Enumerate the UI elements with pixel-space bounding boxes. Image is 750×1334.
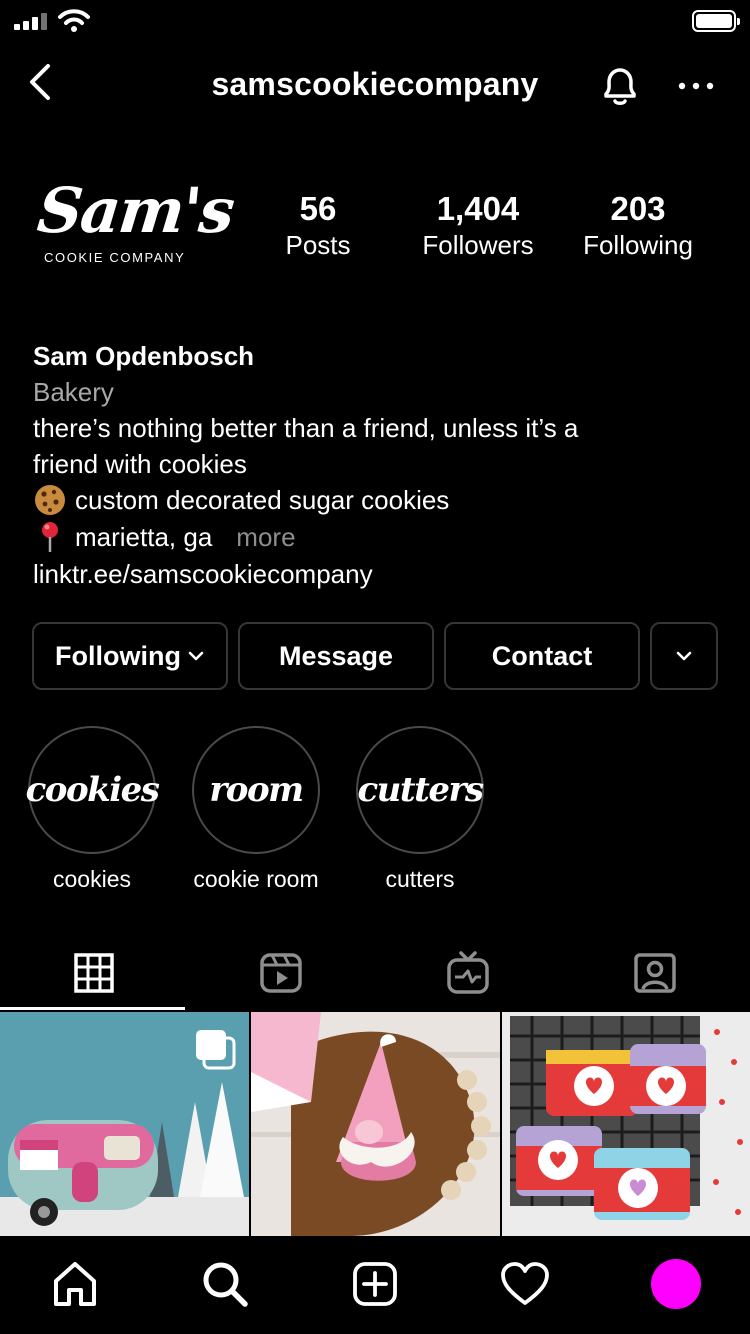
active-tab-indicator <box>0 1007 185 1010</box>
post-thumbnail[interactable] <box>251 1012 500 1236</box>
post-grid <box>0 1012 750 1236</box>
bio-more-link[interactable]: more <box>236 522 295 552</box>
posts-count: 56 <box>299 190 337 227</box>
home-icon <box>54 1262 96 1306</box>
nav-new-post[interactable] <box>349 1258 401 1310</box>
highlight-cover-text: room <box>209 770 304 810</box>
logo-subtitle: COOKIE COMPANY <box>44 250 186 265</box>
following-stat[interactable]: 203 Following <box>558 190 718 262</box>
suggested-accounts-button[interactable] <box>650 622 718 690</box>
chevron-down-icon <box>676 651 692 661</box>
tab-reels[interactable] <box>187 936 374 1010</box>
igtv-icon <box>446 951 489 994</box>
posts-stat[interactable]: 56 Posts <box>238 190 398 262</box>
followers-label: Followers <box>422 230 534 260</box>
highlight-cover-text: cutters <box>357 770 484 810</box>
profile-header: samscookiecompany <box>0 48 750 120</box>
cookie-icon <box>35 485 65 516</box>
grid-icon <box>73 953 114 993</box>
bio-line-location: marietta, ga more <box>33 519 733 556</box>
cellular-signal-icon <box>14 12 50 30</box>
profile-tabs <box>0 936 750 1012</box>
nav-search[interactable] <box>199 1258 251 1310</box>
posts-label: Posts <box>285 230 351 260</box>
following-button[interactable]: Following <box>32 622 228 690</box>
highlight-caption: cookies <box>53 866 131 892</box>
highlight-cookie-room[interactable]: room cookie room <box>192 726 320 893</box>
profile-bio: Sam Opdenbosch Bakery there’s nothing be… <box>33 338 733 592</box>
search-icon <box>203 1262 248 1307</box>
followers-count: 1,404 <box>436 190 520 227</box>
post-thumbnail[interactable] <box>502 1012 750 1236</box>
highlight-caption: cutters <box>385 866 455 892</box>
post-image <box>502 1012 750 1236</box>
highlight-cover: room <box>192 726 320 854</box>
profile-name: Sam Opdenbosch <box>33 341 255 371</box>
following-button-label: Following <box>55 640 181 671</box>
pin-icon <box>42 522 58 553</box>
notification-bell-icon[interactable] <box>596 62 644 110</box>
highlight-cover-text: cookies <box>25 770 160 810</box>
following-label: Following <box>583 230 693 260</box>
bio-website-link[interactable]: linktr.ee/samscookiecompany <box>33 556 733 592</box>
message-button[interactable]: Message <box>238 622 434 690</box>
profile-stats: 56 Posts 1,404 Followers 203 Following <box>238 190 738 270</box>
highlight-cookies[interactable]: cookies cookies <box>25 726 160 893</box>
tab-igtv[interactable] <box>374 936 561 1010</box>
bio-line-text: marietta, ga <box>75 522 213 553</box>
highlight-cover: cookies <box>25 726 160 854</box>
heart-icon <box>501 1262 549 1305</box>
reels-icon <box>259 953 302 993</box>
highlight-caption: cookie room <box>193 866 319 892</box>
profile-category: Bakery <box>33 377 114 407</box>
following-count: 203 <box>610 190 666 227</box>
tab-tagged[interactable] <box>561 936 748 1010</box>
nav-profile[interactable] <box>650 1258 702 1310</box>
post-thumbnail[interactable] <box>0 1012 249 1236</box>
nav-home[interactable] <box>49 1258 101 1310</box>
contact-button-label: Contact <box>491 640 593 671</box>
bio-line: there’s nothing better than a friend, un… <box>33 413 579 443</box>
profile-avatar-icon <box>651 1259 701 1309</box>
add-post-icon <box>353 1262 397 1306</box>
logo-wordmark: Sam's <box>34 174 237 247</box>
bio-line-text: custom decorated sugar cookies <box>75 485 450 515</box>
post-image <box>0 1012 249 1236</box>
chevron-down-icon <box>188 651 204 661</box>
bio-line: friend with cookies <box>33 449 247 479</box>
message-button-label: Message <box>278 640 394 671</box>
nav-activity[interactable] <box>499 1258 551 1310</box>
more-options-icon[interactable] <box>676 66 716 106</box>
status-bar <box>0 0 750 40</box>
followers-stat[interactable]: 1,404 Followers <box>398 190 558 262</box>
bottom-navigation <box>0 1236 750 1334</box>
wifi-icon <box>58 9 90 32</box>
contact-button[interactable]: Contact <box>444 622 640 690</box>
tab-posts-grid[interactable] <box>0 936 187 1010</box>
post-image <box>251 1012 500 1236</box>
tagged-user-icon <box>633 953 676 993</box>
highlight-cover: cutters <box>356 726 484 854</box>
battery-icon <box>692 10 740 32</box>
highlight-cutters[interactable]: cutters cutters <box>356 726 484 893</box>
profile-avatar[interactable]: Sam's COOKIE COMPANY <box>24 170 236 280</box>
bio-line-cookies: custom decorated sugar cookies <box>33 482 733 519</box>
